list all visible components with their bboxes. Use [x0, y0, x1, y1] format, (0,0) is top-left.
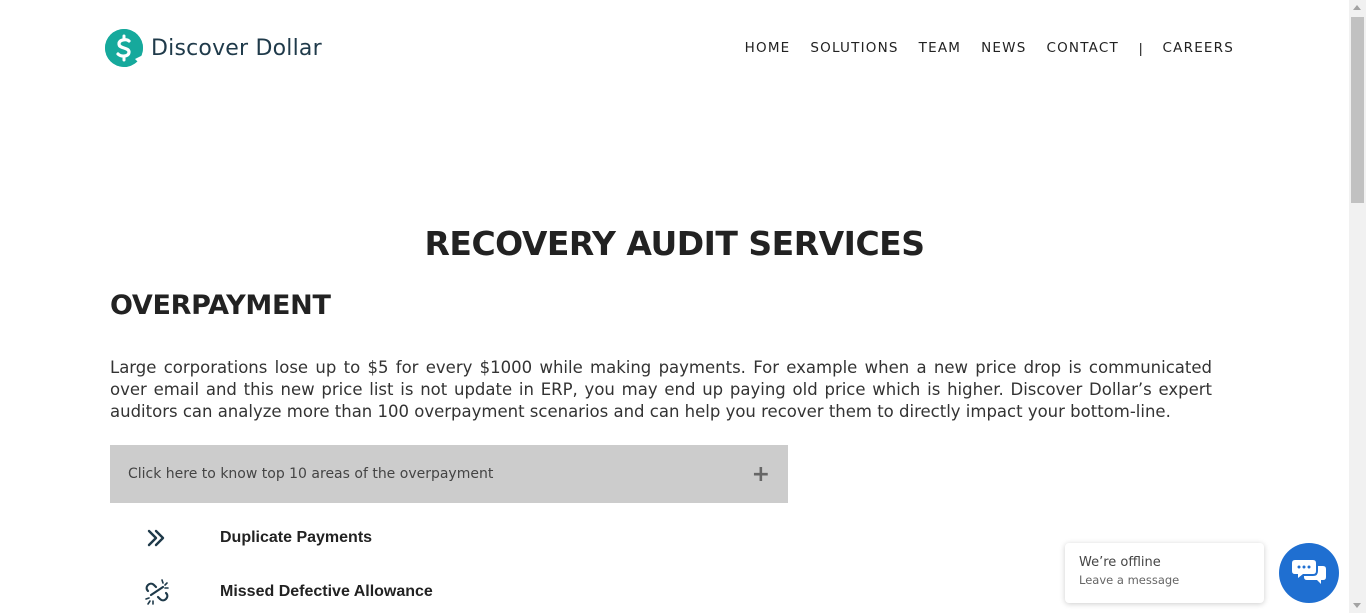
scroll-up-arrow-icon[interactable] — [1353, 5, 1361, 10]
section-description: Large corporations lose up to $5 for eve… — [110, 358, 1212, 421]
section-title: OVERPAYMENT — [110, 290, 331, 321]
nav-separator: | — [1138, 40, 1143, 56]
page-scrollbar[interactable] — [1349, 0, 1366, 613]
brand-logo[interactable]: Discover Dollar — [105, 29, 322, 67]
list-item: Missed Defective Allowance — [140, 575, 433, 609]
main-nav: HOME SOLUTIONS TEAM NEWS CONTACT | CAREE… — [725, 40, 1234, 56]
broken-link-icon — [140, 575, 174, 609]
double-chevron-right-icon — [140, 521, 174, 555]
dollar-logo-icon — [105, 29, 143, 67]
scrollbar-thumb[interactable] — [1351, 17, 1364, 203]
chat-status: We’re offline — [1079, 555, 1161, 570]
nav-careers[interactable]: CAREERS — [1163, 40, 1234, 56]
nav-news[interactable]: NEWS — [981, 40, 1026, 56]
nav-team[interactable]: TEAM — [919, 40, 961, 56]
scroll-down-arrow-icon[interactable] — [1353, 603, 1361, 608]
chat-leave-message[interactable]: Leave a message — [1079, 573, 1250, 587]
chat-offline-bubble[interactable]: We’re offline Leave a message — [1065, 543, 1264, 603]
site-header: Discover Dollar HOME SOLUTIONS TEAM NEWS… — [0, 0, 1349, 100]
list-item-label: Duplicate Payments — [220, 529, 373, 546]
chat-icon — [1292, 557, 1326, 590]
chat-launcher-button[interactable] — [1279, 543, 1339, 603]
nav-home[interactable]: HOME — [745, 40, 791, 56]
list-item-label: Missed Defective Allowance — [220, 583, 433, 600]
brand-name: Discover Dollar — [151, 35, 322, 61]
nav-contact[interactable]: CONTACT — [1046, 40, 1118, 56]
list-item: Duplicate Payments — [140, 521, 372, 555]
nav-solutions[interactable]: SOLUTIONS — [810, 40, 898, 56]
page-title: RECOVERY AUDIT SERVICES — [424, 224, 925, 263]
accordion-label: Click here to know top 10 areas of the o… — [128, 466, 494, 482]
plus-icon: + — [751, 461, 770, 487]
overpayment-areas-accordion[interactable]: Click here to know top 10 areas of the o… — [110, 445, 788, 503]
